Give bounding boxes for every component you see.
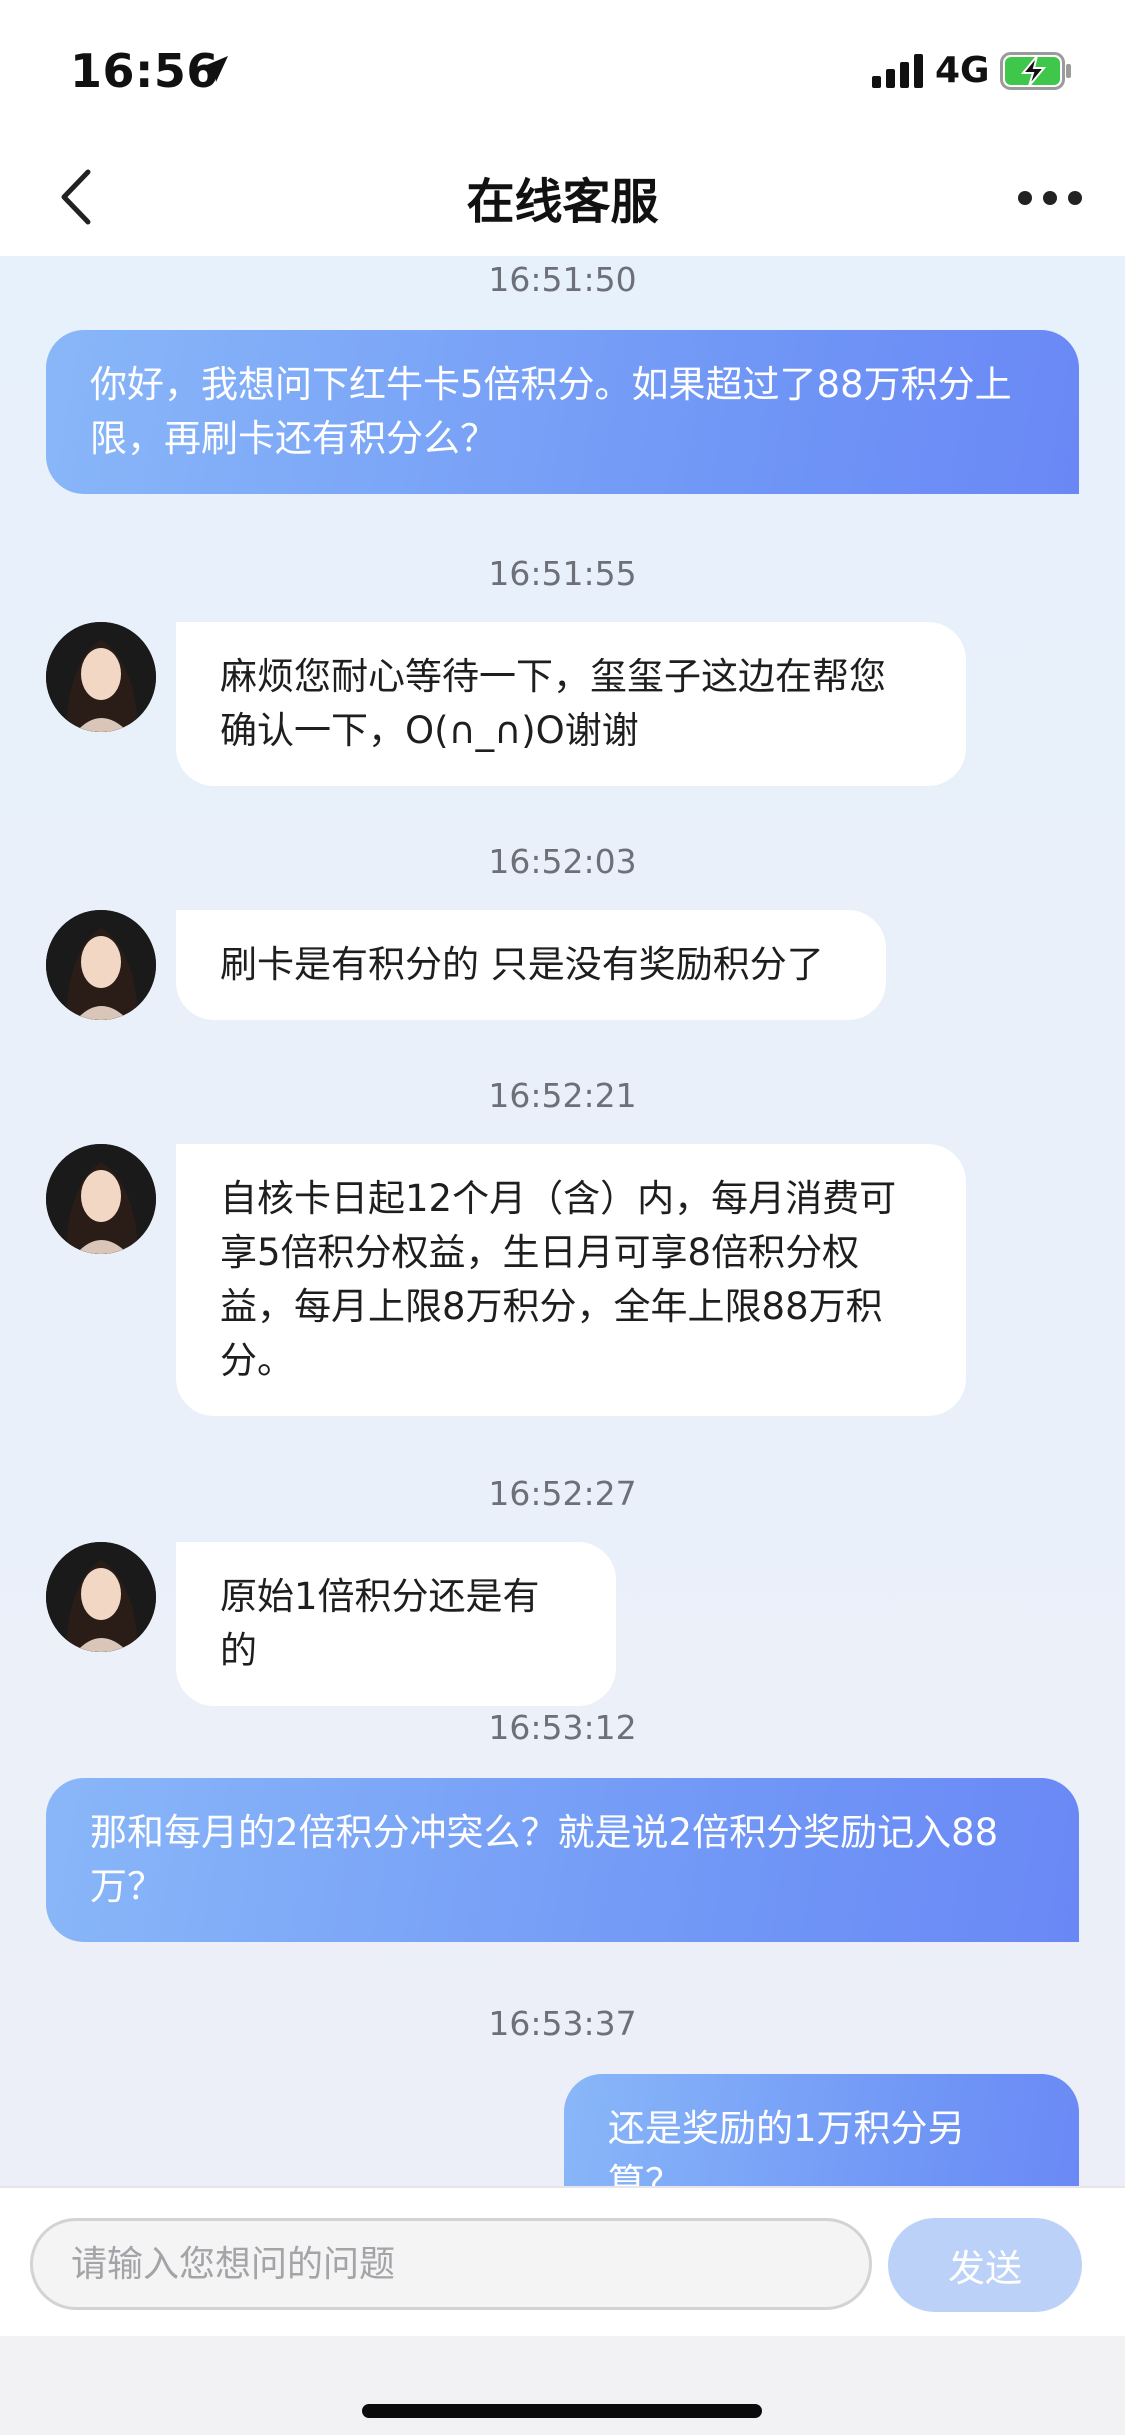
agent-portrait-icon bbox=[46, 1542, 156, 1652]
agent-message-bubble: 麻烦您耐心等待一下，玺玺子这边在帮您确认一下，O(∩_∩)O谢谢 bbox=[176, 622, 966, 786]
chat-area[interactable]: 16:51:50 你好，我想问下红牛卡5倍积分。如果超过了88万积分上限，再刷卡… bbox=[0, 256, 1125, 2186]
message-timestamp: 16:51:55 bbox=[488, 554, 637, 593]
message-text: 自核卡日起12个月（含）内，每月消费可享5倍积分权益，生日月可享8倍积分权益，每… bbox=[220, 1177, 897, 1382]
network-type: 4G bbox=[935, 50, 990, 91]
message-text: 刷卡是有积分的 只是没有奖励积分了 bbox=[220, 943, 824, 986]
message-timestamp: 16:52:03 bbox=[488, 842, 637, 881]
location-arrow-icon bbox=[202, 56, 228, 82]
agent-avatar bbox=[46, 910, 156, 1020]
message-text: 还是奖励的1万积分另算？ bbox=[608, 2107, 965, 2186]
agent-portrait-icon bbox=[46, 910, 156, 1020]
user-message-bubble: 还是奖励的1万积分另算？ bbox=[564, 2074, 1079, 2186]
agent-portrait-icon bbox=[46, 1144, 156, 1254]
agent-message-bubble: 刷卡是有积分的 只是没有奖励积分了 bbox=[176, 910, 886, 1020]
agent-avatar bbox=[46, 622, 156, 732]
agent-avatar bbox=[46, 1542, 156, 1652]
send-button[interactable]: 发送 bbox=[888, 2218, 1082, 2312]
status-time: 16:56 bbox=[70, 44, 219, 98]
more-button[interactable] bbox=[1015, 180, 1085, 216]
user-message-bubble: 那和每月的2倍积分冲突么？就是说2倍积分奖励记入88万？ bbox=[46, 1778, 1079, 1942]
bottom-safe-area bbox=[0, 2336, 1125, 2435]
battery-charging-icon bbox=[1000, 52, 1071, 90]
message-timestamp: 16:53:37 bbox=[488, 2004, 637, 2043]
nav-bar: 在线客服 bbox=[0, 140, 1125, 256]
message-text: 你好，我想问下红牛卡5倍积分。如果超过了88万积分上限，再刷卡还有积分么？ bbox=[90, 363, 1012, 460]
agent-message-bubble: 自核卡日起12个月（含）内，每月消费可享5倍积分权益，生日月可享8倍积分权益，每… bbox=[176, 1144, 966, 1416]
composer-bar: 发送 bbox=[0, 2186, 1125, 2336]
message-timestamp: 16:53:12 bbox=[488, 1708, 637, 1747]
status-bar: 16:56 4G bbox=[0, 0, 1125, 140]
message-timestamp: 16:52:27 bbox=[488, 1474, 637, 1513]
message-text: 那和每月的2倍积分冲突么？就是说2倍积分奖励记入88万？ bbox=[90, 1811, 999, 1908]
signal-icon bbox=[872, 54, 923, 88]
message-input[interactable] bbox=[30, 2218, 872, 2310]
message-timestamp: 16:51:50 bbox=[488, 260, 637, 299]
message-text: 麻烦您耐心等待一下，玺玺子这边在帮您确认一下，O(∩_∩)O谢谢 bbox=[220, 655, 886, 752]
user-message-bubble: 你好，我想问下红牛卡5倍积分。如果超过了88万积分上限，再刷卡还有积分么？ bbox=[46, 330, 1079, 494]
agent-portrait-icon bbox=[46, 622, 156, 732]
message-text: 原始1倍积分还是有的 bbox=[220, 1575, 540, 1672]
page-title: 在线客服 bbox=[466, 174, 659, 230]
agent-message-bubble: 原始1倍积分还是有的 bbox=[176, 1542, 616, 1706]
more-dots-icon bbox=[1018, 191, 1082, 205]
agent-avatar bbox=[46, 1144, 156, 1254]
message-timestamp: 16:52:21 bbox=[488, 1076, 637, 1115]
home-indicator[interactable] bbox=[362, 2404, 762, 2418]
